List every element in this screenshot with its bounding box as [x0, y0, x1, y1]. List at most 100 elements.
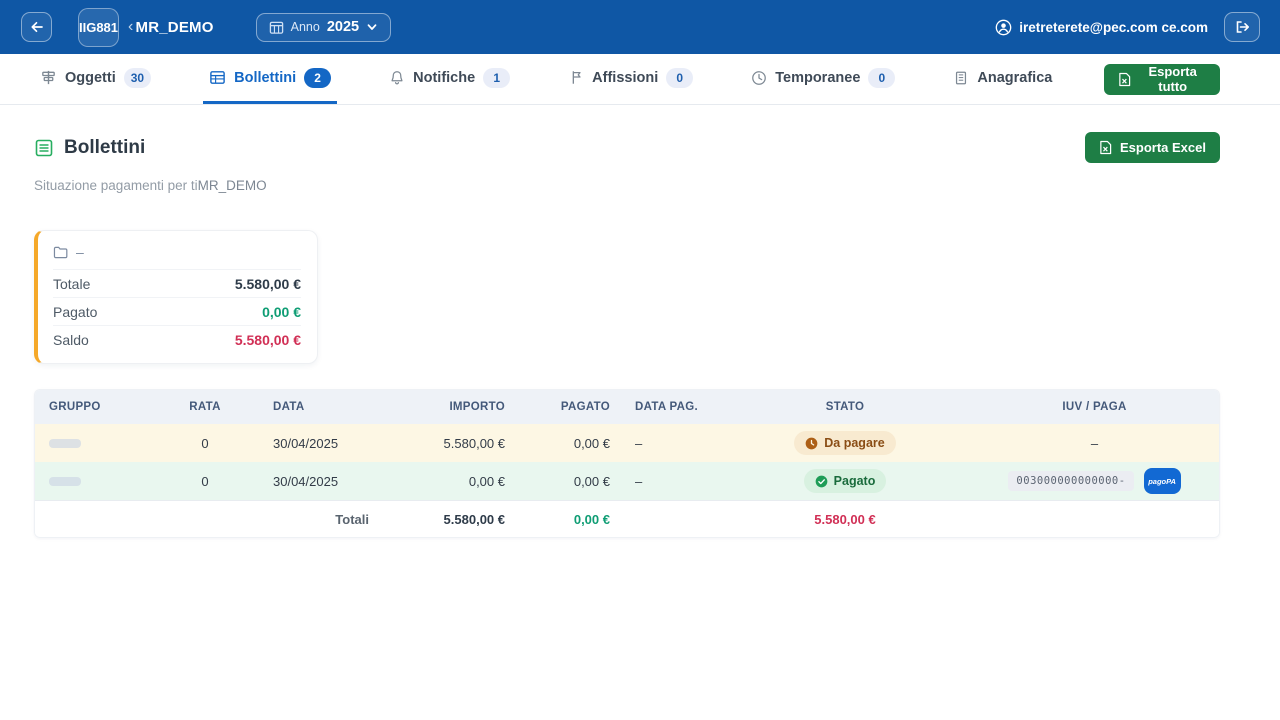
table-row: 0 30/04/2025 0,00 € 0,00 € – Pagato 0030…: [35, 462, 1219, 500]
logout-button[interactable]: [1224, 12, 1260, 42]
col-data-pag: DATA PAG.: [635, 401, 698, 413]
importo-cell: 0,00 €: [468, 473, 505, 489]
tab-label: Anagrafica: [977, 69, 1053, 86]
org-name: ‹ MR_DEMO: [128, 18, 214, 36]
summary-card-header: –: [53, 244, 301, 269]
table-icon: [209, 69, 226, 86]
data-cell: 30/04/2025: [273, 435, 339, 451]
col-iuv-paga: IUV / PAGA: [1062, 401, 1127, 413]
rata-cell: 0: [201, 435, 209, 451]
logout-icon: [1234, 19, 1251, 35]
tab-temporanee[interactable]: Temporanee 0: [745, 54, 901, 104]
tab-notifiche[interactable]: Notifiche 1: [383, 54, 516, 104]
col-stato: STATO: [825, 401, 865, 413]
flag-icon: [568, 69, 584, 86]
gruppo-redacted: [49, 476, 81, 486]
table-totals-row: Totali 5.580,00 € 0,00 € 5.580,00 €: [35, 500, 1219, 537]
summary-value: 0,00 €: [262, 303, 301, 320]
subtitle-text: Situazione pagamenti per ti: [34, 178, 198, 193]
iuv-cell: 003000000000000- pagoPA: [970, 468, 1219, 494]
export-excel-button[interactable]: Esporta Excel: [1085, 132, 1220, 163]
data-pag-cell: –: [635, 473, 643, 489]
tab-oggetti[interactable]: Oggetti 30: [34, 54, 157, 104]
tab-label: Oggetti: [65, 69, 116, 86]
tab-label: Notifiche: [413, 69, 476, 86]
user-avatar-icon: [995, 19, 1012, 36]
calendar-icon: [269, 20, 284, 35]
page-title-group: Bollettini: [34, 137, 145, 159]
col-gruppo: GRUPPO: [49, 401, 101, 413]
table-header-row: GRUPPO RATA DATA IMPORTO PAGATO DATA PAG…: [35, 390, 1219, 424]
tab-badge-count: 2: [304, 67, 332, 88]
status-badge: Pagato: [803, 469, 887, 493]
iuv-code[interactable]: 003000000000000-: [1008, 471, 1134, 491]
export-all-label: Esporta tutto: [1148, 64, 1197, 94]
tab-anagrafica[interactable]: Anagrafica: [947, 54, 1058, 104]
totals-importo: 5.580,00 €: [443, 511, 505, 527]
pagopa-pay-button[interactable]: pagoPA: [1143, 468, 1181, 494]
col-pagato: PAGATO: [560, 401, 610, 413]
summary-value: 5.580,00 €: [234, 275, 301, 292]
main-content: Bollettini Esporta Excel Situazione paga…: [0, 132, 1280, 538]
tab-label: Affissioni: [592, 69, 659, 86]
folder-icon: [53, 246, 68, 259]
summary-label: Saldo: [53, 331, 89, 348]
tab-badge-count: 1: [483, 67, 511, 88]
page-subtitle: Situazione pagamenti per tiMR_DEMO: [34, 178, 1220, 193]
tab-bollettini[interactable]: Bollettini 2: [203, 54, 338, 104]
status-label: Pagato: [833, 474, 876, 488]
clock-icon: [751, 70, 767, 86]
list-icon: [34, 138, 54, 158]
data-pag-cell: –: [635, 435, 643, 451]
summary-row-totale: Totale 5.580,00 €: [53, 269, 301, 297]
status-label: Da pagare: [824, 436, 885, 450]
year-selector[interactable]: Anno 2025: [255, 12, 392, 42]
status-badge: Da pagare: [794, 431, 896, 455]
payments-table: GRUPPO RATA DATA IMPORTO PAGATO DATA PAG…: [34, 389, 1220, 538]
export-all-button[interactable]: Esporta tutto: [1104, 63, 1220, 95]
totals-label: Totali: [335, 511, 369, 527]
arrow-left-icon: [29, 19, 45, 35]
page-title: Bollettini: [64, 136, 146, 158]
importo-cell: 5.580,00 €: [443, 435, 505, 451]
rata-cell: 0: [201, 473, 209, 489]
signpost-icon: [40, 69, 57, 86]
col-importo: IMPORTO: [449, 401, 505, 413]
tab-badge-count: 0: [868, 67, 896, 88]
tab-label: Bollettini: [234, 69, 297, 86]
tab-badge-count: 30: [123, 67, 152, 88]
totals-saldo: 5.580,00 €: [814, 511, 876, 527]
subtitle-subject: MR_DEMO: [197, 178, 267, 193]
summary-row-pagato: Pagato 0,00 €: [53, 297, 301, 325]
iuv-cell: –: [1090, 435, 1099, 451]
tab-badge-count: 0: [666, 67, 694, 88]
year-value: 2025: [326, 19, 360, 35]
gruppo-redacted: [49, 438, 81, 448]
summary-value: 5.580,00 €: [234, 331, 301, 348]
pagato-cell: 0,00 €: [573, 435, 610, 451]
col-data: DATA: [273, 401, 305, 413]
building-icon: [953, 70, 969, 86]
user-email: iretreterete@pec.com ce.com: [1019, 19, 1208, 35]
year-label: Anno: [290, 20, 320, 34]
chevron-left-icon: ‹: [128, 18, 134, 35]
excel-file-icon: [1118, 72, 1131, 87]
tab-affissioni[interactable]: Affissioni 0: [562, 54, 699, 104]
back-button[interactable]: [21, 12, 52, 42]
title-row: Bollettini Esporta Excel: [34, 132, 1220, 163]
gruppo-cell: [35, 476, 175, 486]
tab-label: Temporanee: [775, 69, 861, 86]
chevron-down-icon: [366, 21, 378, 33]
bell-icon: [389, 69, 405, 86]
stato-cell: Pagato: [720, 469, 970, 493]
table-row: 0 30/04/2025 5.580,00 € 0,00 € – Da paga…: [35, 424, 1219, 462]
totals-pagato: 0,00 €: [573, 511, 610, 527]
excel-file-icon: [1099, 140, 1112, 155]
summary-row-saldo: Saldo 5.580,00 €: [53, 325, 301, 353]
org-code-badge[interactable]: IIG881: [78, 7, 119, 47]
data-cell: 30/04/2025: [273, 473, 339, 489]
pagato-cell: 0,00 €: [573, 473, 610, 489]
col-rata: RATA: [189, 401, 221, 413]
export-excel-label: Esporta Excel: [1120, 140, 1206, 155]
org-name-label: MR_DEMO: [135, 18, 214, 36]
